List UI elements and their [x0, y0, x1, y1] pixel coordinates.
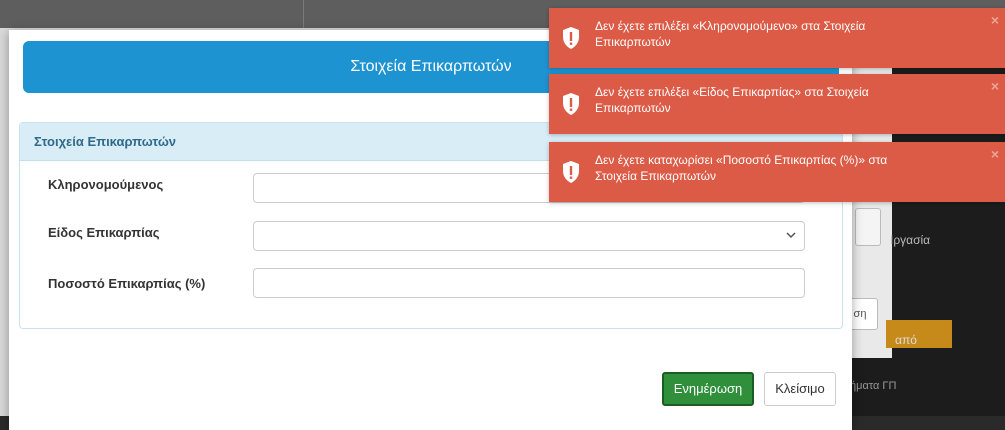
- toast-close-icon[interactable]: ×: [991, 78, 999, 94]
- update-button[interactable]: Ενημέρωση: [662, 372, 754, 406]
- inherited-label: Κληρονομούμενος: [48, 177, 164, 192]
- toast-message: Δεν έχετε επιλέξει «Κληρονομούμενο» στα …: [595, 19, 866, 49]
- usufruct-type-select[interactable]: [253, 221, 805, 251]
- usufruct-type-label: Είδος Επικαρπίας: [48, 225, 160, 240]
- toast-close-icon[interactable]: ×: [991, 12, 999, 28]
- topbar-separator: [303, 0, 304, 28]
- chevron-down-icon: [786, 229, 796, 243]
- toast-message: Δεν έχετε επιλέξει «Είδος Επικαρπίας» στ…: [595, 85, 869, 115]
- toast-message: Δεν έχετε καταχωρίσει «Ποσοστό Επικαρπία…: [595, 153, 888, 183]
- shield-alert-icon: [561, 26, 581, 50]
- toast-close-icon[interactable]: ×: [991, 146, 999, 162]
- background-text: ήματα ΓΠ: [850, 380, 897, 392]
- shield-alert-icon: [561, 160, 581, 184]
- background-text: από: [895, 333, 917, 347]
- error-toast[interactable]: Δεν έχετε καταχωρίσει «Ποσοστό Επικαρπία…: [549, 142, 1005, 202]
- shield-alert-icon: [561, 92, 581, 116]
- usufruct-percent-input[interactable]: [253, 268, 805, 298]
- background-input: [855, 208, 881, 246]
- error-toast[interactable]: Δεν έχετε επιλέξει «Κληρονομούμενο» στα …: [549, 8, 1005, 68]
- error-toast[interactable]: Δεν έχετε επιλέξει «Είδος Επικαρπίας» στ…: [549, 74, 1005, 134]
- usufruct-percent-label: Ποσοστό Επικαρπίας (%): [48, 276, 206, 291]
- close-button[interactable]: Κλείσιμο: [764, 372, 836, 406]
- background-text: Ιργασία: [890, 233, 931, 247]
- modal-title: Στοιχεία Επικαρπωτών: [350, 58, 512, 75]
